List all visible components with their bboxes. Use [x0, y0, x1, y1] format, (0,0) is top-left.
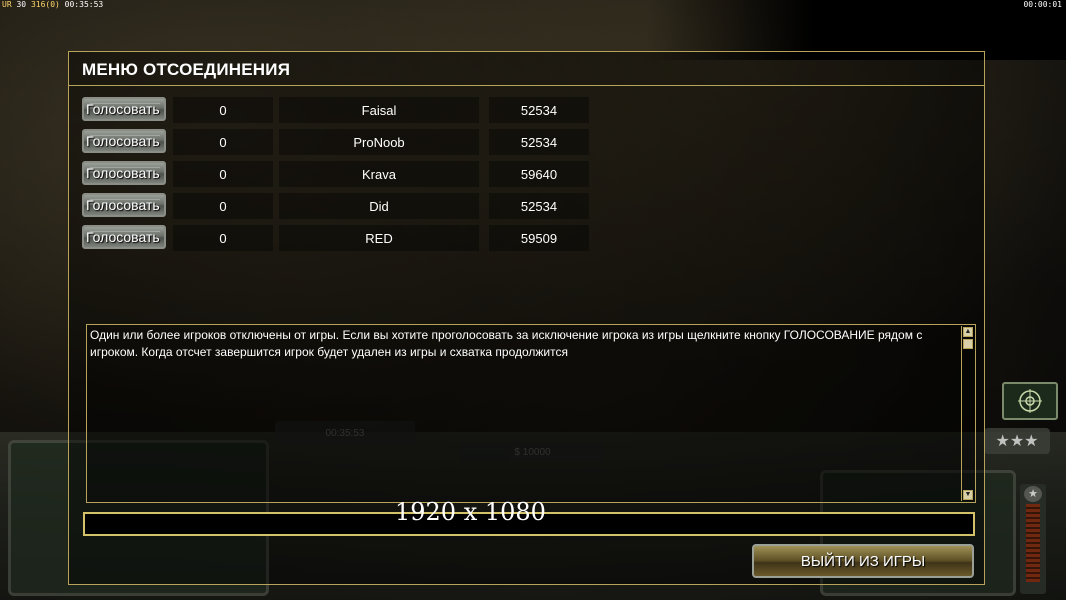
player-ping: 52534	[489, 97, 589, 123]
resolution-overlay: 1920 x 1080	[395, 498, 546, 526]
vote-button[interactable]: Голосовать	[82, 161, 166, 185]
player-row: Голосовать 0 Faisal 52534	[69, 95, 984, 125]
vote-button[interactable]: Голосовать	[82, 129, 166, 153]
scroll-thumb[interactable]	[963, 339, 973, 349]
vote-button[interactable]: Голосовать	[82, 97, 166, 121]
star-medal-icon: ★	[1024, 486, 1042, 502]
game-clock: 00:00:01	[1023, 0, 1062, 9]
message-log[interactable]: Один или более игроков отключены от игры…	[86, 324, 976, 503]
player-name: RED	[279, 225, 479, 251]
player-row: Голосовать 0 Krava 59640	[69, 159, 984, 189]
message-text: Один или более игроков отключены от игры…	[90, 328, 923, 359]
player-ping: 52534	[489, 193, 589, 219]
player-name: Krava	[279, 161, 479, 187]
vote-button[interactable]: Голосовать	[82, 225, 166, 249]
scroll-up-icon[interactable]: ▲	[963, 327, 973, 337]
player-name: Faisal	[279, 97, 479, 123]
dialog-title: МЕНЮ ОТСОЕДИНЕНИЯ	[82, 60, 291, 79]
player-ping: 59640	[489, 161, 589, 187]
player-name: ProNoob	[279, 129, 479, 155]
quit-game-button[interactable]: ВЫЙТИ ИЗ ИГРЫ	[752, 544, 974, 578]
radar-icon	[1018, 389, 1042, 413]
fps-counter: UR 30 316(0) 00:35:53	[2, 0, 104, 9]
player-name: Did	[279, 193, 479, 219]
vote-count: 0	[173, 225, 273, 251]
rank-stars-icon: ★★★	[984, 428, 1050, 454]
vote-button[interactable]: Голосовать	[82, 193, 166, 217]
power-meter	[1026, 504, 1040, 582]
vote-count: 0	[173, 193, 273, 219]
vote-count: 0	[173, 97, 273, 123]
scroll-down-icon[interactable]: ▼	[963, 490, 973, 500]
message-scrollbar[interactable]: ▲ ▼	[961, 326, 974, 501]
player-row: Голосовать 0 ProNoob 52534	[69, 127, 984, 157]
general-power-bar[interactable]: ★	[1020, 484, 1046, 594]
player-row: Голосовать 0 RED 59509	[69, 223, 984, 253]
player-ping: 59509	[489, 225, 589, 251]
radar-button[interactable]	[1002, 382, 1058, 420]
dialog-header: МЕНЮ ОТСОЕДИНЕНИЯ	[69, 52, 984, 86]
vote-count: 0	[173, 161, 273, 187]
vote-count: 0	[173, 129, 273, 155]
player-row: Голосовать 0 Did 52534	[69, 191, 984, 221]
player-ping: 52534	[489, 129, 589, 155]
